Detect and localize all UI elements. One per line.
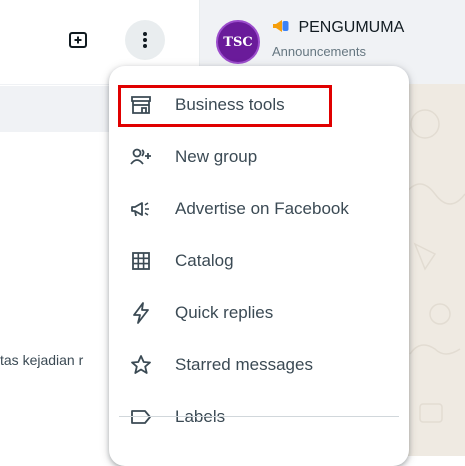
menu-item-labels[interactable]: Labels [109, 391, 409, 443]
megaphone-icon [131, 202, 149, 217]
menu-button[interactable] [125, 20, 165, 60]
menu-item-quick-replies[interactable]: Quick replies [109, 287, 409, 339]
chat-title: PENGUMUMA [298, 19, 405, 36]
avatar-text: TSC [223, 34, 253, 50]
chat-subtitle: Announcements [272, 44, 366, 59]
new-chat-icon [69, 32, 87, 48]
kebab-menu-icon [143, 32, 147, 48]
menu-item-starred[interactable]: Starred messages [109, 339, 409, 391]
new-chat-button[interactable] [58, 20, 98, 60]
menu-item-label: Catalog [175, 251, 234, 270]
menu-item-business-tools[interactable]: Business tools [109, 79, 409, 131]
storefront-icon [131, 96, 151, 114]
avatar[interactable]: TSC [216, 20, 260, 64]
add-group-icon [130, 148, 151, 165]
menu-item-new-group[interactable]: New group [109, 131, 409, 183]
menu-item-label: Business tools [175, 95, 285, 114]
menu-separator [119, 416, 399, 417]
lightning-icon [133, 302, 149, 324]
menu-item-label: New group [175, 147, 258, 166]
overflow-menu: Business tools New group Advertise on Fa… [109, 66, 409, 466]
menu-item-label: Advertise on Facebook [175, 199, 349, 218]
star-icon [131, 355, 151, 374]
label-tag-icon [131, 410, 151, 424]
chat-title-row: PENGUMUMA [272, 19, 404, 37]
megaphone-emoji-icon [272, 19, 294, 36]
menu-item-label: Starred messages [175, 355, 313, 374]
menu-item-catalog[interactable]: Catalog [109, 235, 409, 287]
menu-item-label: Labels [175, 407, 226, 426]
grid-catalog-icon [132, 252, 150, 270]
menu-item-label: Quick replies [175, 303, 274, 322]
menu-item-advertise[interactable]: Advertise on Facebook [109, 183, 409, 235]
